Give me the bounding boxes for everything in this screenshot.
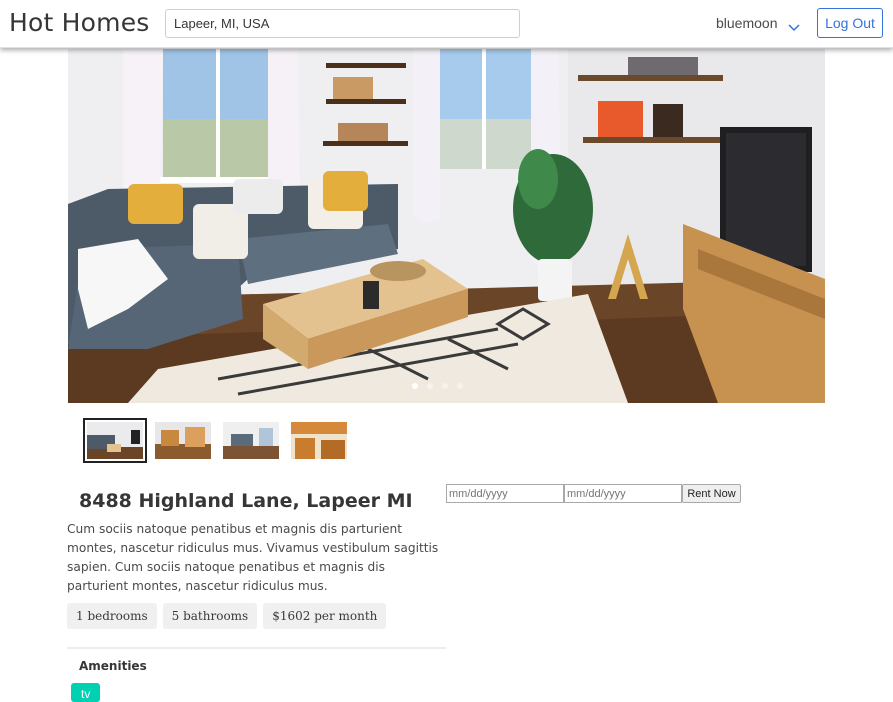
thumbnail-2[interactable] [155, 422, 211, 459]
section-divider [67, 647, 446, 649]
carousel-dot[interactable] [412, 383, 418, 389]
living-room-image [68, 49, 825, 403]
listing-photo[interactable] [68, 49, 825, 403]
listing-title: 8488 Highland Lane, Lapeer MI [79, 490, 413, 512]
amenity-tag-tv: tv [71, 683, 101, 702]
rent-now-button[interactable]: Rent Now [682, 484, 741, 503]
username-label: bluemoon [716, 15, 778, 31]
thumbnail-3[interactable] [223, 422, 279, 459]
price-tag: $1602 per month [263, 603, 387, 629]
logout-button[interactable]: Log Out [817, 8, 883, 38]
navbar: Hot Homes bluemoon Log Out [0, 0, 893, 48]
chevron-down-icon [787, 19, 800, 32]
carousel-dot[interactable] [427, 383, 433, 389]
start-date-input[interactable] [446, 484, 564, 503]
listing-tags: 1 bedrooms 5 bathrooms $1602 per month [67, 603, 387, 629]
carousel-dot[interactable] [442, 383, 448, 389]
thumbnail-4[interactable] [291, 422, 347, 459]
bedrooms-tag: 1 bedrooms [67, 603, 157, 629]
carousel-dot[interactable] [457, 383, 463, 389]
bathrooms-tag: 5 bathrooms [162, 603, 258, 629]
amenities-heading: Amenities [79, 659, 147, 673]
location-search-input[interactable] [165, 9, 520, 38]
carousel-indicators [412, 383, 463, 389]
brand-logo[interactable]: Hot Homes [9, 8, 150, 37]
user-menu[interactable]: bluemoon [716, 15, 800, 32]
end-date-input[interactable] [564, 484, 682, 503]
thumbnail-1[interactable] [83, 418, 147, 463]
listing-description: Cum sociis natoque penatibus et magnis d… [67, 522, 439, 593]
